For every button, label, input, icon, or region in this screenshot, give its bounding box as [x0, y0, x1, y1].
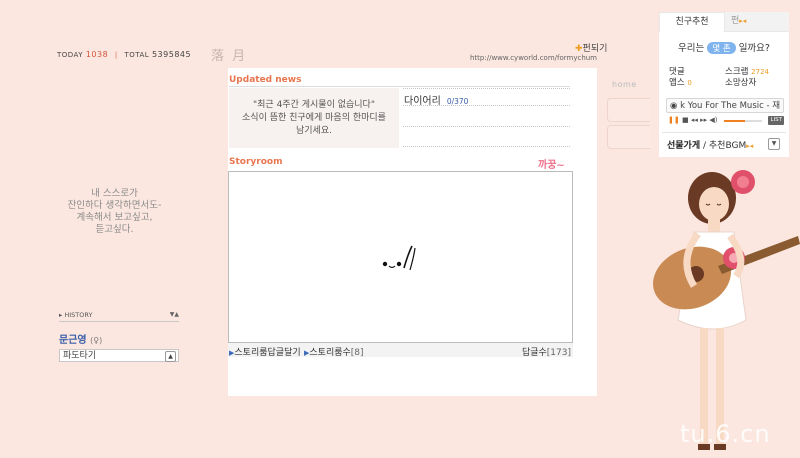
today-label: TODAY [57, 51, 84, 59]
chon-pill: 몇 촌 [707, 42, 736, 54]
wave-surf-dropdown[interactable]: 파도타기 ▲ [59, 349, 179, 362]
arrow-icon: ▸◂ [739, 17, 747, 25]
gift-shop-row[interactable]: 선물가게 / 추천BGM▸◂ [667, 138, 753, 151]
menu-tab[interactable] [607, 125, 650, 149]
stat-count: 2724 [751, 68, 769, 76]
total-count: 5395845 [151, 50, 192, 59]
storyroom-count-link[interactable]: ▶스토리룸수[8] [304, 345, 364, 358]
intro-line: 듣고싶다. [95, 224, 134, 235]
history-toggle-icon[interactable]: ▼▲ [170, 311, 179, 318]
chon-question[interactable]: 우리는 몇 촌 일까요? [659, 40, 789, 54]
widget-stats: 댓글 스크랩 2724 앱스 0 소망상자 [669, 67, 789, 89]
today-count: 1038 [85, 50, 109, 59]
stop-icon[interactable]: ■ [682, 116, 689, 124]
reply-label: 답글수 [521, 348, 547, 358]
storyroom-footer: ▶스토리룸답글달기 ▶스토리룸수[8] 답글수[173] [228, 343, 573, 358]
gift-shop-label[interactable]: 선물가게 [667, 141, 700, 151]
profile-intro: 내 스스로가 잔인하다 생각하면서도- 계속해서 보고싶고, 듣고싶다. [52, 188, 177, 236]
storyroom-reply-link[interactable]: ▶스토리룸답글달기 [229, 345, 301, 358]
news-line: 남기세요. [296, 125, 332, 136]
stat-label[interactable]: 댓글 [669, 67, 685, 77]
guitar-girl-illustration [653, 170, 800, 450]
cute-face-illustration [382, 245, 416, 271]
stat-item[interactable]: 스크랩 2724 [725, 67, 769, 78]
prev-icon[interactable]: ◂◂ [691, 116, 698, 124]
ask-prefix: 우리는 [678, 43, 705, 54]
ask-suffix: 일까요? [738, 43, 770, 54]
total-label: TOTAL [124, 51, 150, 59]
plus-icon: ✚ [575, 44, 583, 54]
owner-name[interactable]: 문근영 (♀) [59, 331, 102, 346]
reply-count-value: [173] [546, 348, 571, 358]
bgm-recommend-label[interactable]: 추천BGM [709, 141, 746, 151]
homepage-title: 落 月 [211, 49, 248, 64]
bgm-title-text: k You For The Music - 재 [680, 101, 781, 111]
follow-button[interactable]: ✚펀되기 [575, 41, 607, 54]
volume-icon[interactable]: ◀) [709, 116, 717, 124]
follow-label: 펀되기 [582, 44, 608, 54]
history-label: HISTORY [64, 311, 93, 319]
updated-news-empty: "최근 4주간 게시물이 없습니다" 소식이 뜸한 친구에게 마음의 한마디를 … [229, 88, 399, 148]
owner-sex: (♀) [90, 336, 103, 345]
news-line: 소식이 뜸한 친구에게 마음의 한마디를 [242, 112, 386, 123]
visit-counter: TODAY 1038 | TOTAL 5395845 [57, 50, 191, 59]
storyroom-greeting: 까꿍~ [538, 160, 565, 171]
tab-pan[interactable]: 펀▸◂ [725, 12, 789, 32]
volume-level [724, 120, 745, 122]
watermark: tu.6.cn [680, 420, 771, 448]
reply-count[interactable]: 답글수[173] [522, 345, 571, 358]
homepage-url[interactable]: http://www.cyworld.com/formychum [470, 54, 597, 62]
playlist-button[interactable]: LIST [768, 116, 784, 125]
stat-label: 스크랩 [725, 67, 749, 77]
player-controls: ❚❚ ■ ◂◂ ▸▸ ◀) LIST [668, 116, 784, 126]
stat-label: 앱스 [669, 78, 685, 88]
pause-icon[interactable]: ❚❚ [668, 116, 680, 124]
history-icon: ▸ [59, 311, 63, 319]
counter-divider: | [114, 51, 118, 59]
intro-line: 내 스스로가 [91, 188, 138, 199]
dotted-divider [403, 88, 570, 89]
bgm-title[interactable]: ◉ k You For The Music - 재 [666, 98, 784, 113]
stat-count: 0 [687, 79, 692, 87]
stats-row: 앱스 0 소망상자 [669, 78, 789, 89]
section-divider [229, 86, 570, 87]
storyroom-reply-label: 스토리룸답글달기 [234, 348, 301, 358]
chevron-down-icon[interactable]: ▼ [768, 138, 780, 150]
intro-line: 계속해서 보고싶고, [76, 212, 153, 223]
intro-line: 잔인하다 생각하면서도- [67, 200, 162, 211]
owner-name-text: 문근영 [59, 335, 87, 346]
chevron-up-icon[interactable]: ▲ [165, 351, 176, 362]
dotted-divider [403, 146, 570, 147]
storyroom-count-label: 스토리룸수 [309, 348, 351, 358]
dotted-divider [403, 126, 570, 127]
menu-tab[interactable] [607, 98, 650, 122]
stat-label[interactable]: 소망상자 [725, 78, 756, 89]
next-icon[interactable]: ▸▸ [700, 116, 707, 124]
updated-news-title: Updated news [229, 75, 302, 85]
widget-divider [662, 132, 786, 133]
volume-slider[interactable] [724, 120, 762, 122]
stat-item[interactable]: 앱스 0 [669, 78, 692, 88]
tab-friend-recommend[interactable]: 친구추천 [659, 12, 725, 32]
music-note-icon: ◉ [670, 101, 678, 111]
dotted-divider [403, 105, 570, 106]
dropdown-value: 파도타기 [63, 351, 97, 361]
storyroom-title: Storyroom [229, 157, 283, 167]
arrow-icon: ▸◂ [746, 142, 754, 150]
stats-row: 댓글 스크랩 2724 [669, 67, 789, 78]
menu-home[interactable]: home [612, 80, 637, 89]
history-header[interactable]: ▸ HISTORY ▼▲ [59, 311, 179, 322]
storyroom-count: [8] [350, 348, 364, 358]
news-line: "최근 4주간 게시물이 없습니다" [253, 99, 375, 110]
